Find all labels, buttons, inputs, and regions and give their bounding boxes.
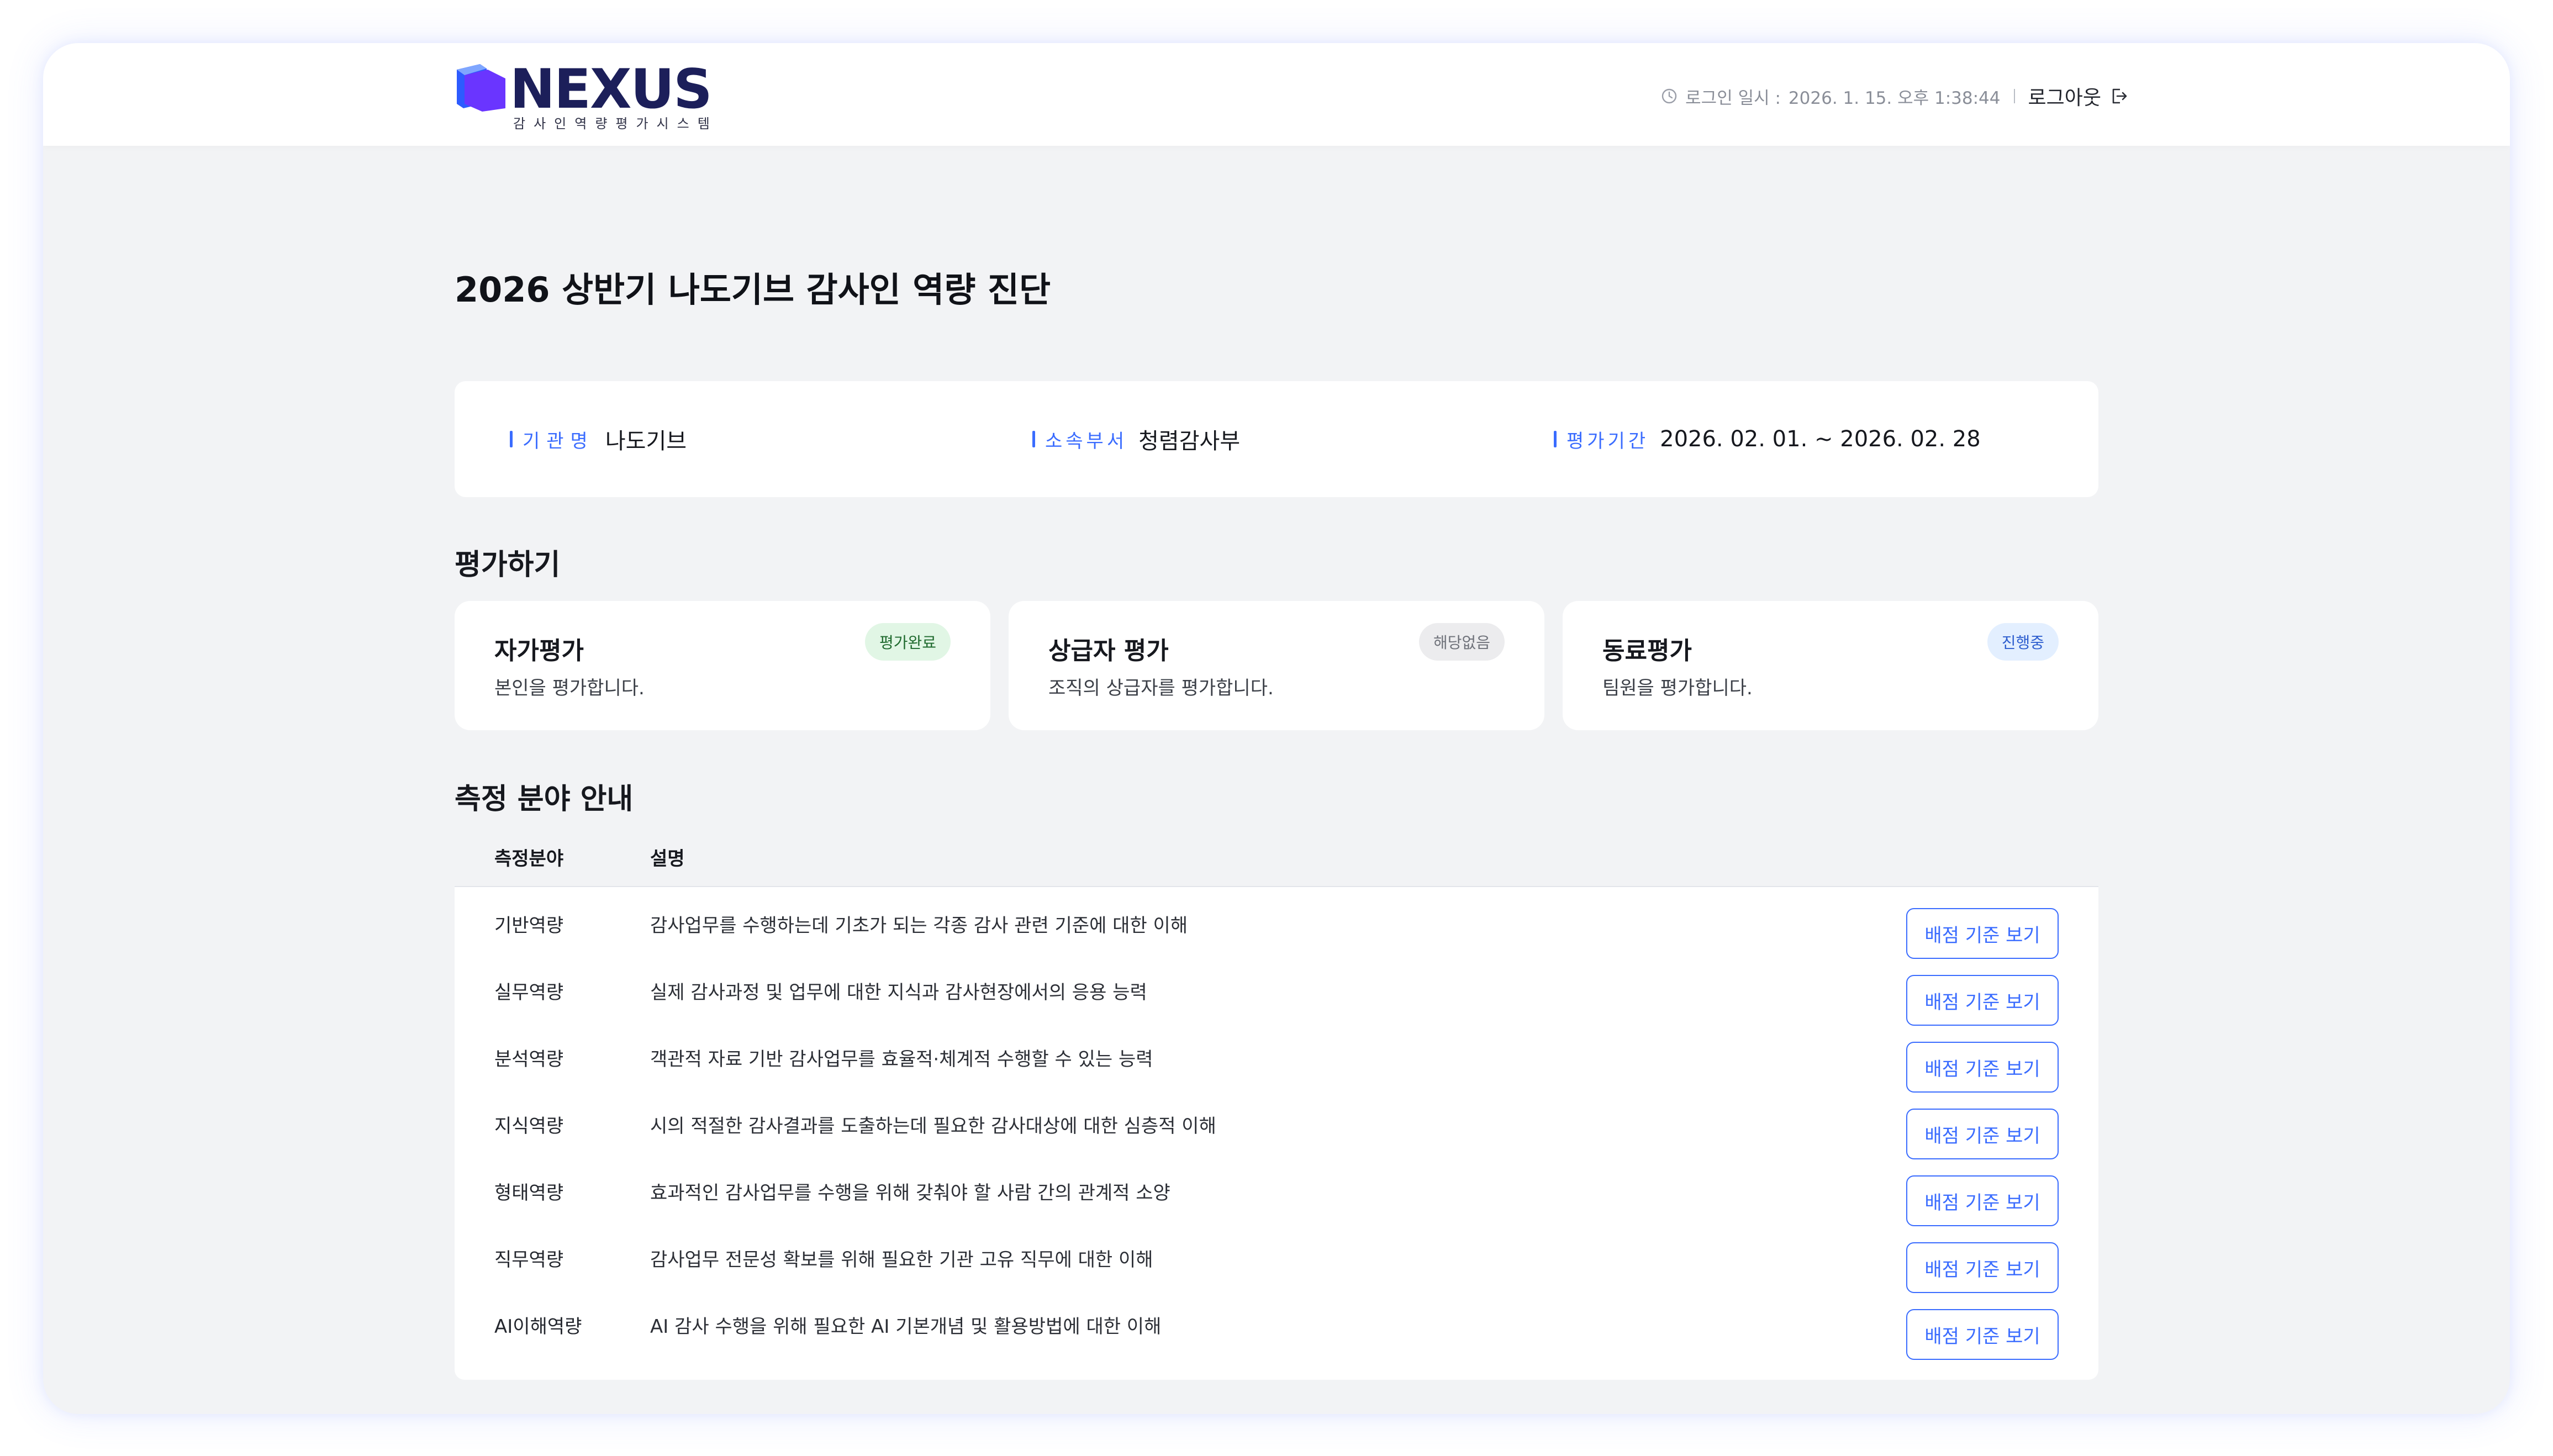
app-frame: NEXUS 감사인역량평가시스템 로그인 일시 : 2026. 1. 15. 오… — [43, 43, 2510, 1414]
area-name: 직무역량 — [494, 1249, 564, 1271]
info-accent-bar — [510, 431, 513, 447]
logo-subtitle: 감사인역량평가시스템 — [513, 116, 718, 131]
table-row: 형태역량 효과적인 감사업무를 수행을 위해 갖춰야 할 사람 간의 관계적 소… — [455, 1160, 2098, 1227]
area-name: 지식역량 — [494, 1115, 564, 1137]
dept-label: 소속부서 — [1045, 430, 1128, 452]
eval-card-desc: 조직의 상급자를 평가합니다. — [1048, 677, 1274, 699]
header-user-area: 로그인 일시 : 2026. 1. 15. 오후 1:38:44 로그아웃 — [1661, 80, 2129, 113]
table-header: 측정분야 설명 — [455, 827, 2098, 886]
logout-button[interactable]: 로그아웃 — [2028, 82, 2129, 110]
top-header: NEXUS 감사인역량평가시스템 로그인 일시 : 2026. 1. 15. 오… — [43, 43, 2510, 146]
view-scoring-criteria-button[interactable]: 배점 기준 보기 — [1906, 1109, 2059, 1159]
view-scoring-criteria-button[interactable]: 배점 기준 보기 — [1906, 908, 2059, 959]
period-value: 2026. 02. 01. ~ 2026. 02. 28 — [1660, 426, 1981, 452]
info-organization: 기관명 나도기브 — [510, 381, 687, 497]
header-divider — [2013, 89, 2015, 103]
view-scoring-criteria-button[interactable]: 배점 기준 보기 — [1906, 1042, 2059, 1093]
area-desc: 객관적 자료 기반 감사업무를 효율적·체계적 수행할 수 있는 능력 — [650, 1048, 1153, 1070]
eval-card-title: 상급자 평가 — [1048, 637, 1169, 665]
area-desc: 실제 감사과정 및 업무에 대한 지식과 감사현장에서의 응용 능력 — [650, 982, 1147, 1004]
view-scoring-criteria-button[interactable]: 배점 기준 보기 — [1906, 1309, 2059, 1360]
view-scoring-criteria-button[interactable]: 배점 기준 보기 — [1906, 975, 2059, 1026]
column-header-area: 측정분야 — [494, 847, 564, 870]
area-desc: AI 감사 수행을 위해 필요한 AI 기본개념 및 활용방법에 대한 이해 — [650, 1316, 1162, 1338]
table-row: 분석역량 객관적 자료 기반 감사업무를 효율적·체계적 수행할 수 있는 능력… — [455, 1026, 2098, 1093]
status-badge: 평가완료 — [864, 623, 951, 661]
area-desc: 감사업무를 수행하는데 기초가 되는 각종 감사 관련 기준에 대한 이해 — [650, 915, 1188, 937]
table-body: 기반역량 감사업무를 수행하는데 기초가 되는 각종 감사 관련 기준에 대한 … — [455, 886, 2098, 1380]
eval-card-superior[interactable]: 상급자 평가 조직의 상급자를 평가합니다. 해당없음 — [1009, 601, 1544, 730]
nexus-logo[interactable]: NEXUS 감사인역량평가시스템 — [455, 58, 742, 131]
area-desc: 시의 적절한 감사결과를 도출하는데 필요한 감사대상에 대한 심층적 이해 — [650, 1115, 1216, 1137]
eval-card-desc: 팀원을 평가합니다. — [1602, 677, 1753, 699]
areas-table: 측정분야 설명 기반역량 감사업무를 수행하는데 기초가 되는 각종 감사 관련… — [455, 827, 2098, 1380]
page-title: 2026 상반기 나도기브 감사인 역량 진단 — [455, 270, 1051, 310]
nexus-logo-mark-icon — [457, 64, 505, 112]
area-name: 기반역량 — [494, 915, 564, 937]
area-desc: 효과적인 감사업무를 수행을 위해 갖춰야 할 사람 간의 관계적 소양 — [650, 1182, 1170, 1204]
eval-card-title: 자가평가 — [494, 637, 584, 665]
areas-section-title: 측정 분야 안내 — [455, 783, 634, 816]
evaluation-section-title: 평가하기 — [455, 548, 561, 582]
table-row: 실무역량 실제 감사과정 및 업무에 대한 지식과 감사현장에서의 응용 능력 … — [455, 959, 2098, 1026]
eval-card-title: 동료평가 — [1602, 637, 1692, 665]
assessment-info-card: 기관명 나도기브 소속부서 청렴감사부 평가기간 2026. 02. 01. ~… — [455, 381, 2098, 497]
eval-card-desc: 본인을 평가합니다. — [494, 677, 645, 699]
org-label: 기관명 — [523, 430, 594, 452]
table-row: 기반역량 감사업무를 수행하는데 기초가 되는 각종 감사 관련 기준에 대한 … — [455, 893, 2098, 959]
dept-value: 청렴감사부 — [1138, 429, 1241, 454]
area-name: 형태역량 — [494, 1182, 564, 1204]
area-desc: 감사업무 전문성 확보를 위해 필요한 기관 고유 직무에 대한 이해 — [650, 1249, 1153, 1271]
table-row: 지식역량 시의 적절한 감사결과를 도출하는데 필요한 감사대상에 대한 심층적… — [455, 1093, 2098, 1160]
area-name: AI이해역량 — [494, 1316, 582, 1338]
info-accent-bar — [1554, 431, 1557, 447]
status-badge: 해당없음 — [1418, 623, 1505, 661]
area-name: 실무역량 — [494, 982, 564, 1004]
period-label: 평가기간 — [1566, 430, 1649, 452]
area-name: 분석역량 — [494, 1048, 564, 1070]
view-scoring-criteria-button[interactable]: 배점 기준 보기 — [1906, 1242, 2059, 1293]
login-time-label: 로그인 일시 : — [1685, 88, 1781, 108]
eval-card-self[interactable]: 자가평가 본인을 평가합니다. 평가완료 — [455, 601, 990, 730]
login-time-value: 2026. 1. 15. 오후 1:38:44 — [1788, 88, 2001, 108]
status-badge: 진행중 — [1987, 623, 2059, 661]
view-scoring-criteria-button[interactable]: 배점 기준 보기 — [1906, 1175, 2059, 1226]
info-period: 평가기간 2026. 02. 01. ~ 2026. 02. 28 — [1554, 381, 1981, 497]
info-department: 소속부서 청렴감사부 — [1032, 381, 1240, 497]
info-accent-bar — [1032, 431, 1035, 447]
logo-wordmark: NEXUS — [510, 58, 713, 121]
clock-icon — [1661, 88, 1677, 104]
logout-label: 로그아웃 — [2028, 87, 2101, 109]
column-header-desc: 설명 — [650, 847, 685, 870]
eval-card-peer[interactable]: 동료평가 팀원을 평가합니다. 진행중 — [1563, 601, 2098, 730]
logout-icon — [2112, 88, 2127, 104]
table-row: 직무역량 감사업무 전문성 확보를 위해 필요한 기관 고유 직무에 대한 이해… — [455, 1227, 2098, 1294]
org-value: 나도기브 — [605, 429, 687, 454]
table-row: AI이해역량 AI 감사 수행을 위해 필요한 AI 기본개념 및 활용방법에 … — [455, 1294, 2098, 1360]
